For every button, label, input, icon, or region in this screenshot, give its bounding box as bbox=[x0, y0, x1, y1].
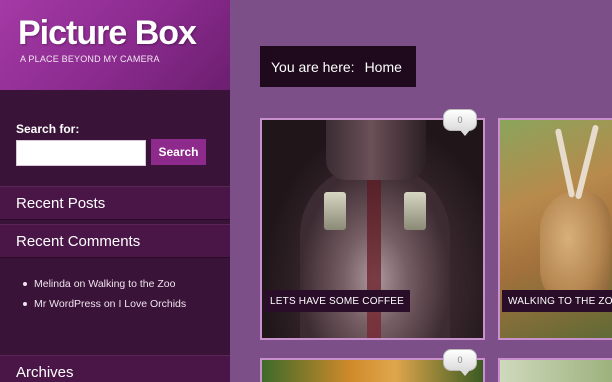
comment-count-badge[interactable]: 0 bbox=[443, 349, 477, 376]
clip-image bbox=[404, 192, 426, 230]
coffee-stream-image bbox=[367, 180, 381, 338]
site-header: Picture Box A PLACE BEYOND MY CAMERA bbox=[0, 0, 230, 90]
comment-count-badge[interactable]: 0 bbox=[443, 109, 477, 136]
widget-title-recent-comments[interactable]: Recent Comments bbox=[0, 224, 230, 258]
breadcrumb-prefix: You are here: bbox=[271, 58, 355, 75]
search-input[interactable] bbox=[16, 140, 146, 166]
widget-title-archives[interactable]: Archives bbox=[0, 355, 230, 382]
site-tagline: A PLACE BEYOND MY CAMERA bbox=[20, 54, 160, 64]
clip-image bbox=[324, 192, 346, 230]
comment-author-link[interactable]: Mr WordPress bbox=[34, 298, 101, 310]
post-thumbnail-coffee[interactable]: LETS HAVE SOME COFFEE bbox=[260, 118, 485, 340]
comment-on-text: on bbox=[73, 278, 86, 290]
sidebar: Picture Box A PLACE BEYOND MY CAMERA Sea… bbox=[0, 0, 230, 382]
post-caption[interactable]: WALKING TO THE ZOO bbox=[502, 290, 612, 312]
site-title[interactable]: Picture Box bbox=[18, 14, 197, 53]
bullet-icon bbox=[23, 302, 27, 306]
bullet-icon bbox=[23, 282, 27, 286]
recent-comments-list: Melinda on Walking to the Zoo Mr WordPre… bbox=[16, 274, 216, 314]
search-button[interactable]: Search bbox=[151, 139, 206, 165]
list-item: Melinda on Walking to the Zoo bbox=[16, 274, 216, 294]
antler-image bbox=[554, 128, 576, 198]
antler-image bbox=[574, 124, 600, 200]
widget-title-recent-posts[interactable]: Recent Posts bbox=[0, 186, 230, 220]
comment-post-link[interactable]: I Love Orchids bbox=[118, 298, 186, 310]
post-thumbnail-zoo[interactable]: WALKING TO THE ZOO bbox=[498, 118, 612, 340]
comment-post-link[interactable]: Walking to the Zoo bbox=[88, 278, 175, 290]
comment-on-text: on bbox=[103, 298, 116, 310]
breadcrumb: You are here: Home bbox=[260, 46, 416, 87]
search-label: Search for: bbox=[16, 122, 80, 136]
post-caption[interactable]: LETS HAVE SOME COFFEE bbox=[264, 290, 411, 312]
post-thumbnail[interactable] bbox=[498, 358, 612, 382]
comment-author-link[interactable]: Melinda bbox=[34, 278, 71, 290]
bottle-neck-image bbox=[326, 120, 426, 180]
breadcrumb-current: Home bbox=[364, 58, 402, 75]
list-item: Mr WordPress on I Love Orchids bbox=[16, 294, 216, 314]
